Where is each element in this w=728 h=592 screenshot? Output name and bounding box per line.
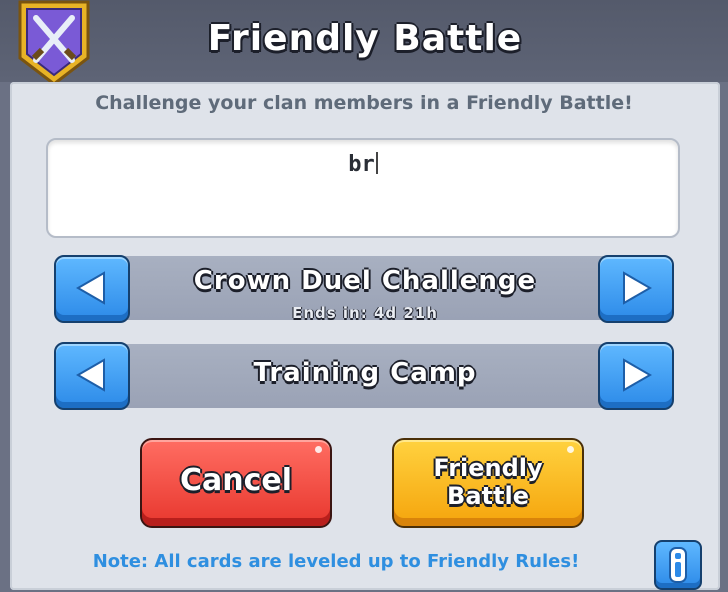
button-shine bbox=[567, 446, 574, 453]
info-icon bbox=[669, 547, 687, 583]
prev-mode-button[interactable] bbox=[54, 255, 130, 323]
mode-label: Training Camp bbox=[253, 358, 477, 388]
dialog-title: Friendly Battle bbox=[207, 18, 523, 59]
mode-timer: Ends in: 4d 21h bbox=[292, 304, 438, 322]
prev-deck-button[interactable] bbox=[54, 342, 130, 410]
left-arrow-icon bbox=[75, 358, 105, 392]
message-input-value: br bbox=[348, 152, 375, 177]
mode-selector-crown-duel: Crown Duel Challenge Ends in: 4d 21h bbox=[80, 256, 650, 322]
right-arrow-icon bbox=[623, 358, 653, 392]
friendly-battle-label-line2: Battle bbox=[447, 482, 529, 510]
friendly-battle-label-line1: Friendly bbox=[433, 454, 543, 482]
text-caret bbox=[375, 152, 378, 174]
next-deck-button[interactable] bbox=[598, 342, 674, 410]
friendly-battle-button[interactable]: Friendly Battle bbox=[392, 438, 584, 528]
cancel-button-label: Cancel bbox=[179, 463, 293, 498]
cancel-button[interactable]: Cancel bbox=[140, 438, 332, 528]
right-arrow-icon bbox=[623, 271, 653, 305]
dialog-subtitle: Challenge your clan members in a Friendl… bbox=[95, 92, 633, 114]
mode-label: Crown Duel Challenge bbox=[193, 266, 537, 296]
message-input[interactable]: br bbox=[46, 138, 680, 238]
info-button[interactable] bbox=[654, 540, 702, 590]
button-shine bbox=[315, 446, 322, 453]
rules-note: Note: All cards are leveled up to Friend… bbox=[92, 551, 580, 572]
crossed-swords-emblem-icon bbox=[14, 0, 94, 86]
left-arrow-icon bbox=[75, 271, 105, 305]
mode-selector-training-camp: Training Camp bbox=[80, 344, 650, 408]
next-mode-button[interactable] bbox=[598, 255, 674, 323]
